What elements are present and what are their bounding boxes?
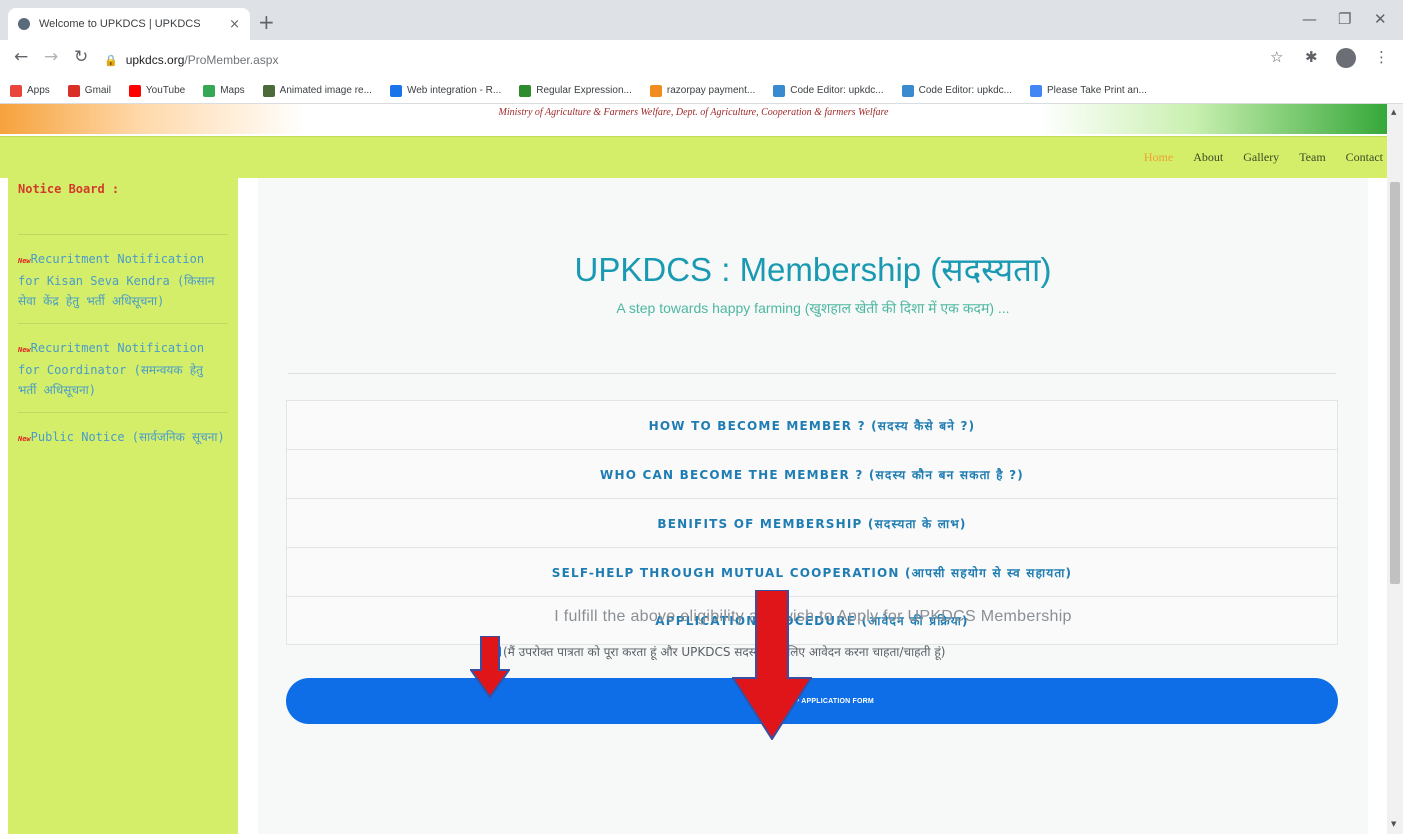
notice-item[interactable]: NewRecuritment Notification for Coordina…: [18, 338, 228, 412]
bookmark-item[interactable]: Please Take Print an...: [1030, 84, 1147, 97]
accordion-self-help[interactable]: SELF-HELP THROUGH MUTUAL COOPERATION (आप…: [286, 547, 1338, 596]
bookmark-favicon-icon: [67, 84, 80, 97]
notice-item[interactable]: NewPublic Notice (सार्वजनिक सूचना): [18, 427, 228, 461]
new-badge: New: [18, 435, 31, 443]
close-window-icon[interactable]: ✕: [1374, 10, 1387, 28]
back-icon[interactable]: ←: [14, 47, 28, 67]
bookmark-item[interactable]: razorpay payment...: [649, 84, 756, 97]
membership-application-button[interactable]: MEMBERSHIP APPLICATION FORM: [286, 678, 1338, 724]
new-badge: New: [18, 346, 31, 354]
top-banner: Ministry of Agriculture & Farmers Welfar…: [0, 104, 1387, 134]
scroll-up-icon[interactable]: ▲: [1391, 108, 1396, 116]
minimize-icon[interactable]: —: [1302, 10, 1317, 28]
scroll-down-icon[interactable]: ▼: [1391, 820, 1396, 828]
nav-about[interactable]: About: [1193, 150, 1223, 165]
forward-icon[interactable]: →: [44, 47, 58, 67]
bookmark-label: Animated image re...: [279, 85, 372, 96]
bookmark-item[interactable]: Code Editor: upkdc...: [773, 84, 884, 97]
page-subtitle: A step towards happy farming (खुशहाल खेत…: [616, 300, 1010, 316]
url-field[interactable]: 🔒 upkdcs.org/ProMember.aspx: [104, 47, 1264, 73]
notice-text: Recuritment Notification for Coordinator…: [18, 341, 205, 397]
page-viewport: Ministry of Agriculture & Farmers Welfar…: [0, 104, 1387, 834]
bookmark-favicon-icon: [203, 84, 216, 97]
bookmark-favicon-icon: [519, 84, 532, 97]
bookmark-label: Maps: [220, 85, 245, 96]
notice-board-title: Notice Board :: [18, 182, 120, 196]
notice-text: Recuritment Notification for Kisan Seva …: [18, 252, 215, 308]
bookmark-label: Please Take Print an...: [1047, 85, 1147, 96]
bookmark-favicon-icon: [10, 84, 22, 97]
bookmark-label: Code Editor: upkdc...: [790, 85, 884, 96]
bookmark-label: Web integration - R...: [406, 85, 502, 96]
accordion-benefits[interactable]: BENIFITS OF MEMBERSHIP (सदस्यता के लाभ): [286, 498, 1338, 547]
tab-close-icon[interactable]: ×: [229, 17, 240, 32]
bookmark-label: razorpay payment...: [666, 85, 756, 96]
annotation-arrow-down-icon: [732, 590, 812, 740]
notice-text: Public Notice (सार्वजनिक सूचना): [30, 430, 225, 444]
bookmark-item[interactable]: Code Editor: upkdc...: [901, 84, 1013, 97]
bookmark-item[interactable]: Regular Expression...: [519, 84, 632, 97]
tab-title: Welcome to UPKDCS | UPKDCS: [39, 18, 201, 30]
browser-tab[interactable]: Welcome to UPKDCS | UPKDCS ×: [8, 8, 250, 40]
nav-team[interactable]: Team: [1299, 150, 1325, 165]
notice-item[interactable]: NewRecuritment Notification for Kisan Se…: [18, 249, 228, 323]
top-navbar: Home About Gallery Team Contact: [0, 136, 1387, 178]
maximize-icon[interactable]: ❐: [1338, 10, 1351, 28]
membership-panel: UPKDCS : Membership (सदस्यता) A step tow…: [258, 178, 1368, 834]
section-divider: [288, 373, 1336, 374]
bookmark-item[interactable]: Web integration - R...: [389, 84, 502, 97]
menu-kebab-icon[interactable]: ⋮: [1374, 48, 1389, 66]
bookmark-favicon-icon: [262, 84, 275, 97]
extension-icon[interactable]: ✱: [1305, 48, 1318, 66]
bookmark-item[interactable]: Animated image re...: [262, 84, 372, 97]
accordion-how-to-become-member[interactable]: HOW TO BECOME MEMBER ? (सदस्य कैसे बने ?…: [286, 400, 1338, 449]
annotation-arrow-down-icon: [470, 636, 510, 698]
bookmarks-bar: Apps Gmail YouTube Maps Animated image re...…: [0, 78, 1403, 104]
scrollbar-thumb[interactable]: [1390, 182, 1400, 584]
bookmark-item[interactable]: YouTube: [128, 84, 186, 97]
nav-home[interactable]: Home: [1144, 150, 1173, 165]
bookmark-favicon-icon: [1030, 84, 1043, 97]
bookmark-item[interactable]: Apps: [10, 84, 50, 97]
notice-board: Notice Board : NewRecuritment Notificati…: [8, 178, 238, 834]
eligibility-statement: I fulfill the above eligibility and wish…: [554, 608, 1072, 625]
browser-tab-strip: Welcome to UPKDCS | UPKDCS × + — ❐ ✕: [0, 0, 1403, 40]
bookmark-label: Gmail: [84, 85, 111, 96]
page-title: UPKDCS : Membership (सदस्यता): [574, 251, 1052, 288]
consent-row[interactable]: (मैं उपरोक्त पात्रता को पूरा करता हूं और…: [490, 643, 945, 660]
lock-icon: 🔒: [104, 53, 118, 67]
bookmark-label: Code Editor: upkdc...: [918, 85, 1013, 96]
site-favicon-icon: [18, 18, 30, 30]
bookmark-favicon-icon: [773, 84, 786, 97]
nav-contact[interactable]: Contact: [1346, 150, 1383, 165]
url-path: /ProMember.aspx: [184, 53, 279, 67]
accordion-who-can-become-member[interactable]: WHO CAN BECOME THE MEMBER ? (सदस्य कौन ब…: [286, 449, 1338, 498]
bookmark-label: Apps: [27, 85, 50, 96]
bookmark-label: Regular Expression...: [536, 85, 632, 96]
bookmark-star-icon[interactable]: ☆: [1270, 48, 1283, 66]
nav-gallery[interactable]: Gallery: [1243, 150, 1279, 165]
bookmark-favicon-icon: [389, 84, 402, 97]
reload-icon[interactable]: ↻: [74, 47, 88, 67]
bookmark-item[interactable]: Maps: [203, 84, 245, 97]
url-host: upkdcs.org: [125, 53, 185, 67]
new-badge: New: [18, 257, 31, 265]
bookmark-favicon-icon: [649, 84, 662, 97]
ministry-text: Ministry of Agriculture & Farmers Welfar…: [498, 107, 889, 118]
bookmark-label: YouTube: [145, 85, 186, 96]
vertical-scrollbar[interactable]: ▲ ▼: [1387, 104, 1403, 834]
bookmark-favicon-icon: [901, 84, 914, 97]
bookmark-favicon-icon: [128, 84, 141, 97]
consent-label: (मैं उपरोक्त पात्रता को पूरा करता हूं और…: [503, 645, 946, 659]
new-tab-button[interactable]: +: [258, 10, 275, 34]
profile-avatar-icon[interactable]: [1336, 48, 1356, 68]
bookmark-item[interactable]: Gmail: [67, 84, 111, 97]
